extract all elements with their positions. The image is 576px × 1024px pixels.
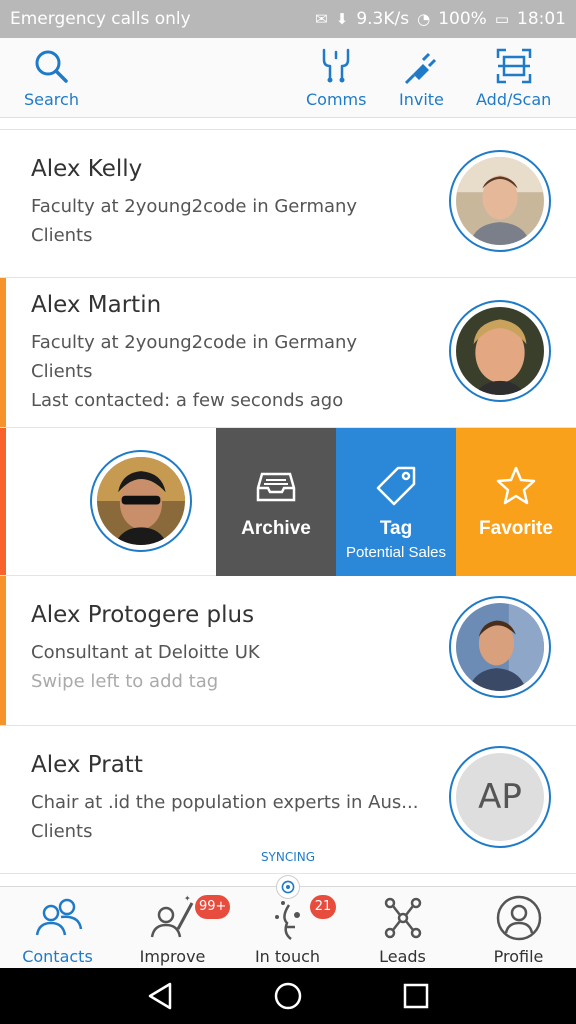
swiped-contact-row[interactable]: Archive Tag Potential Sales Favorite [0,428,576,576]
nav-leads[interactable]: Leads [345,887,460,969]
in-touch-icon [274,901,300,940]
nav-leads-label: Leads [379,947,426,966]
search-label: Search [24,90,79,109]
avatar[interactable] [449,596,551,698]
search-button[interactable]: Search [24,46,79,109]
contact-detail: Faculty at 2young2code in Germany [31,196,358,217]
svg-text:✦: ✦ [184,894,191,903]
nav-in-touch[interactable]: 21 In touch [230,887,345,969]
list-top-divider [0,118,576,130]
status-indicators: ✉ ⬇ 9.3K/s ◔ 100% ▭ 18:01 [315,9,566,29]
improve-badge: 99+ [195,895,231,919]
nav-profile[interactable]: Profile [461,887,576,969]
favorite-action-button[interactable]: Favorite [456,428,576,576]
avatar-photo [456,157,544,245]
nav-contacts[interactable]: Contacts [0,887,115,969]
avatar-photo [97,457,185,545]
bottom-nav: Contacts ✦ 99+ Improve 21 In touch Leads… [0,875,576,969]
clock: 18:01 [517,9,566,29]
nav-improve-label: Improve [139,947,206,966]
last-contacted: Last contacted: a few seconds ago [31,390,344,411]
status-bar: Emergency calls only ✉ ⬇ 9.3K/s ◔ 100% ▭… [0,0,576,38]
search-icon [35,50,69,83]
add-scan-button[interactable]: Add/Scan [476,46,551,109]
system-navigation-bar [0,968,576,1024]
archive-icon [256,472,296,502]
in-touch-badge: 21 [310,895,336,919]
contact-detail: Clients [31,361,93,382]
back-icon[interactable] [144,980,176,1012]
battery-icon: ▭ [494,10,509,28]
nav-contacts-label: Contacts [22,947,93,966]
comms-label: Comms [306,90,367,109]
profile-icon [496,895,541,941]
contact-detail: Consultant at Deloitte UK [31,642,260,663]
avatar[interactable] [449,300,551,402]
contact-detail: Chair at .id the population experts in A… [31,792,419,813]
contact-name: Alex Protogere plus [31,602,255,628]
tag-label: Tag [379,518,413,539]
scan-icon [496,48,531,84]
contacts-list[interactable]: Alex Kelly Faculty at 2young2code in Ger… [0,118,576,886]
invite-button[interactable]: Invite [399,46,444,109]
network-speed: 9.3K/s [356,9,410,29]
mail-icon: ✉ [315,10,328,28]
avatar-initials: AP [456,753,544,841]
carrier-status: Emergency calls only [10,9,191,29]
recents-icon[interactable] [400,980,432,1012]
contact-name: Alex Pratt [31,752,143,778]
sync-target-icon [276,875,300,899]
contact-detail: Clients [31,821,93,842]
avatar-photo [456,603,544,691]
network-icon [384,897,421,939]
contact-detail: Clients [31,225,93,246]
plug-icon [405,52,437,85]
nav-in-touch-label: In touch [254,947,321,966]
avatar[interactable] [90,450,192,552]
contact-row-alex-martin[interactable]: Alex Martin Faculty at 2young2code in Ge… [0,278,576,428]
avatar[interactable] [449,150,551,252]
tag-icon [376,466,416,506]
syncing-indicator: SYNCING [260,850,316,864]
magic-wand-icon: ✦ [150,894,193,938]
star-icon [496,466,536,505]
comms-button[interactable]: Comms [306,46,366,109]
contact-detail: Faculty at 2young2code in Germany [31,332,358,353]
wifi-icon: ◔ [417,10,431,28]
battery-percent: 100% [438,9,487,29]
contact-name: Alex Martin [31,292,162,318]
home-icon[interactable] [272,980,304,1012]
archive-label: Archive [241,518,311,539]
archive-action-button[interactable]: Archive [216,428,336,576]
invite-label: Invite [399,90,444,109]
row-accent-bar [0,576,6,725]
contact-row-alex-protogere[interactable]: Alex Protogere plus Consultant at Deloit… [0,576,576,726]
avatar-photo [456,307,544,395]
avatar[interactable]: AP [449,746,551,848]
row-accent-bar [0,278,6,427]
nav-improve[interactable]: ✦ 99+ Improve [115,887,231,969]
download-icon: ⬇ [335,10,349,28]
contact-name: Alex Kelly [31,156,143,182]
tag-action-button[interactable]: Tag Potential Sales [336,428,456,576]
swipe-hint: Swipe left to add tag [31,671,219,692]
comms-icon [322,48,350,83]
nav-profile-label: Profile [493,947,544,966]
add-scan-label: Add/Scan [476,90,552,109]
tag-sublabel: Potential Sales [345,544,447,561]
contact-row-alex-kelly[interactable]: Alex Kelly Faculty at 2young2code in Ger… [0,130,576,278]
row-accent-bar [0,428,6,575]
contacts-icon [35,898,82,936]
favorite-label: Favorite [479,518,553,539]
top-toolbar: Search Comms Invite Add/Scan [0,38,576,118]
